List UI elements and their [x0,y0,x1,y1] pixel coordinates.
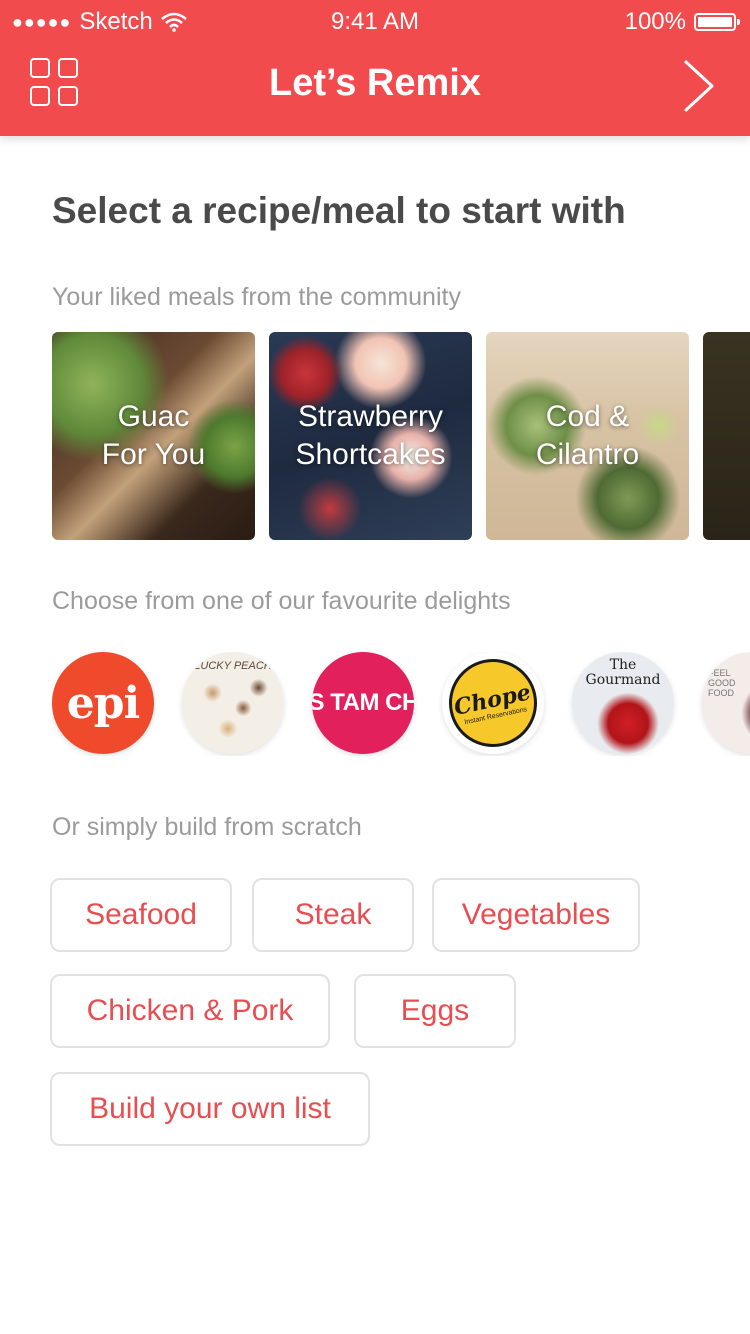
chip-seafood[interactable]: Seafood [50,878,232,952]
chip-steak[interactable]: Steak [252,878,414,952]
chip-vegetables[interactable]: Vegetables [432,878,640,952]
favourite-sources-carousel[interactable]: epi LUCKY PEACH MISS TAM CHIAK Chope Ins… [52,652,750,756]
gourmand-logo: The Gourmand [585,657,661,688]
app-header: ●●●●● Sketch 9:41 AM 100% Let’s Remix [0,0,750,136]
source-feel-good-food[interactable]: FEEL GOOD FOOD [702,652,750,754]
chevron-right-icon[interactable] [682,58,716,114]
main-heading: Select a recipe/meal to start with [52,190,626,231]
source-the-gourmand[interactable]: The Gourmand [572,652,674,754]
meal-card-cod-cilantro[interactable]: Cod & Cilantro [486,332,689,540]
battery-icon [694,13,740,31]
page-title: Let’s Remix [269,62,481,104]
source-chope[interactable]: Chope Instant Reservations [442,652,544,754]
chip-eggs[interactable]: Eggs [354,974,516,1048]
nav-bar: Let’s Remix [0,44,750,136]
miss-tam-chiak-logo: MISS TAM CHIAK [312,689,414,716]
epi-logo: epi [66,677,140,729]
source-lucky-peach[interactable]: LUCKY PEACH [182,652,284,754]
chip-chicken-pork[interactable]: Chicken & Pork [50,974,330,1048]
liked-meals-carousel[interactable]: Guac For You Strawberry Shortcakes Cod & Ci… [52,332,750,540]
feel-good-food-logo: FEEL GOOD FOOD [708,668,736,698]
chope-badge: Chope Instant Reservations [442,652,544,754]
chip-build-your-own-list[interactable]: Build your own list [50,1072,370,1146]
source-epi[interactable]: epi [52,652,154,754]
meal-card-strawberry-shortcakes[interactable]: Strawberry Shortcakes [269,332,472,540]
scratch-label: Or simply build from scratch [52,813,362,841]
battery-percent: 100% [624,8,686,35]
meal-card-partial[interactable] [703,332,750,540]
lucky-peach-logo: LUCKY PEACH [194,660,272,672]
meal-card-guac[interactable]: Guac For You [52,332,255,540]
source-miss-tam-chiak[interactable]: MISS TAM CHIAK [312,652,414,754]
favourites-label: Choose from one of our favourite delight… [52,587,511,615]
status-bar: ●●●●● Sketch 9:41 AM 100% [0,0,750,44]
liked-meals-label: Your liked meals from the community [52,283,461,311]
